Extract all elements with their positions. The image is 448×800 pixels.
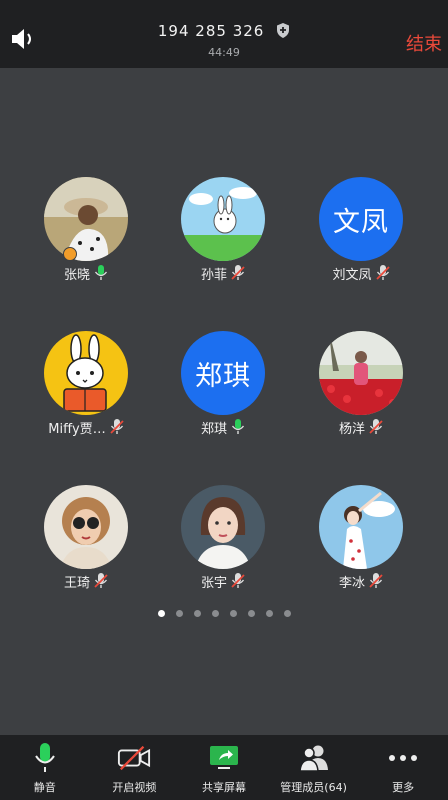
- more-label: 更多: [392, 781, 415, 794]
- participant-name: 杨洋: [338, 421, 365, 437]
- mute-button[interactable]: 静音: [0, 735, 90, 800]
- page-dot[interactable]: [157, 610, 165, 617]
- mic-muted-icon: [110, 419, 124, 434]
- page-dot[interactable]: [229, 610, 237, 617]
- participant-tile[interactable]: 张晓: [26, 177, 146, 283]
- participant-name: 张宇: [200, 575, 227, 591]
- participant-tile[interactable]: 杨洋: [301, 331, 421, 437]
- video-off-icon: [118, 745, 151, 771]
- microphone-icon: [34, 743, 55, 772]
- page-dot[interactable]: [247, 610, 255, 617]
- page-indicator[interactable]: [0, 610, 448, 617]
- more-icon: [389, 755, 418, 761]
- page-dot[interactable]: [193, 610, 201, 617]
- participant-grid: 张晓 孙菲 文凤 刘文凤 Miffy贾… 郑琪 郑琪 杨洋 王琦 张宇 李冰: [0, 0, 448, 735]
- avatar: [319, 331, 403, 415]
- participant-tile[interactable]: 孙菲: [163, 177, 283, 283]
- participant-name: 王琦: [63, 575, 90, 591]
- mic-muted-icon: [231, 265, 245, 280]
- page-dot[interactable]: [211, 610, 219, 617]
- members-icon: [298, 745, 328, 772]
- page-dot[interactable]: [265, 610, 273, 617]
- participant-name: 郑琪: [200, 421, 227, 437]
- avatar: [319, 485, 403, 569]
- participant-name: 李冰: [338, 575, 365, 591]
- avatar: [181, 485, 265, 569]
- host-badge-icon: [63, 247, 77, 261]
- mic-muted-icon: [94, 573, 108, 588]
- mic-muted-icon: [369, 573, 383, 588]
- more-button[interactable]: 更多: [358, 735, 448, 800]
- participant-tile[interactable]: Miffy贾…: [26, 331, 146, 437]
- participant-tile[interactable]: 郑琪 郑琪: [163, 331, 283, 437]
- participant-name: 张晓: [63, 267, 90, 283]
- video-label: 开启视频: [112, 781, 157, 794]
- participant-name: 刘文凤: [332, 267, 372, 283]
- mic-muted-icon: [369, 419, 383, 434]
- bottom-toolbar: 静音 开启视频 共享屏幕 管理成员(64) 更多: [0, 735, 448, 800]
- avatar: 文凤: [319, 177, 403, 261]
- members-label: 管理成员(64): [280, 781, 347, 794]
- page-dot[interactable]: [175, 610, 183, 617]
- participant-tile[interactable]: 李冰: [301, 485, 421, 591]
- participant-tile[interactable]: 张宇: [163, 485, 283, 591]
- avatar: [181, 177, 265, 261]
- participant-tile[interactable]: 文凤 刘文凤: [301, 177, 421, 283]
- avatar: [44, 177, 128, 261]
- mic-muted-icon: [375, 265, 390, 280]
- avatar: [44, 331, 128, 415]
- avatar: [44, 485, 128, 569]
- participant-tile[interactable]: 王琦: [26, 485, 146, 591]
- share-screen-button[interactable]: 共享屏幕: [179, 735, 269, 800]
- share-label: 共享屏幕: [201, 781, 246, 794]
- start-video-button[interactable]: 开启视频: [90, 735, 180, 800]
- share-screen-icon: [209, 746, 238, 769]
- mic-muted-icon: [231, 573, 245, 588]
- participant-name: Miffy贾…: [48, 421, 106, 437]
- mute-label: 静音: [33, 781, 56, 794]
- manage-members-button[interactable]: 管理成员(64): [269, 735, 359, 800]
- participant-name: 孙菲: [200, 267, 227, 283]
- page-dot[interactable]: [283, 610, 291, 617]
- mic-active-icon: [94, 265, 108, 280]
- avatar: 郑琪: [181, 331, 265, 415]
- mic-active-icon: [231, 419, 245, 434]
